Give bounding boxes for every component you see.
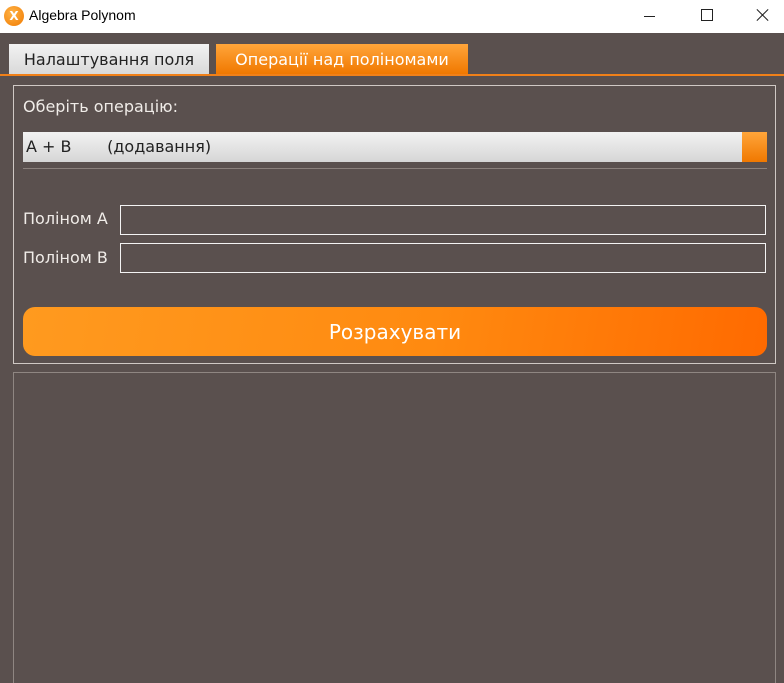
window-title: Algebra Polynom [29,7,136,23]
x-logo-icon: X [4,6,24,26]
operation-select[interactable]: A + B (додавання) [23,132,767,162]
maximize-button[interactable] [678,0,736,33]
tab-underline [0,74,784,76]
result-output-area [13,372,776,683]
separator-line [23,168,767,169]
app-icon-glyph: X [9,9,19,23]
close-button[interactable] [736,0,784,33]
tab-field-settings[interactable]: Налаштування поля [9,44,209,74]
dropdown-arrow-icon[interactable] [742,132,767,162]
polynomial-a-input[interactable] [120,205,766,235]
polynomial-b-input[interactable] [120,243,766,273]
calculate-button[interactable]: Розрахувати [23,307,767,356]
close-icon [756,8,770,22]
title-bar: X Algebra Polynom [0,0,784,33]
minimize-icon [644,16,655,17]
polynomial-b-label: Поліном B [23,248,108,267]
operation-label: Оберіть операцію: [23,97,178,116]
operation-select-value: A + B (додавання) [26,137,212,156]
maximize-icon [701,9,713,21]
polynomial-a-label: Поліном A [23,209,108,228]
minimize-button[interactable] [622,0,680,33]
tab-polynomial-operations[interactable]: Операції над поліномами [216,44,468,74]
